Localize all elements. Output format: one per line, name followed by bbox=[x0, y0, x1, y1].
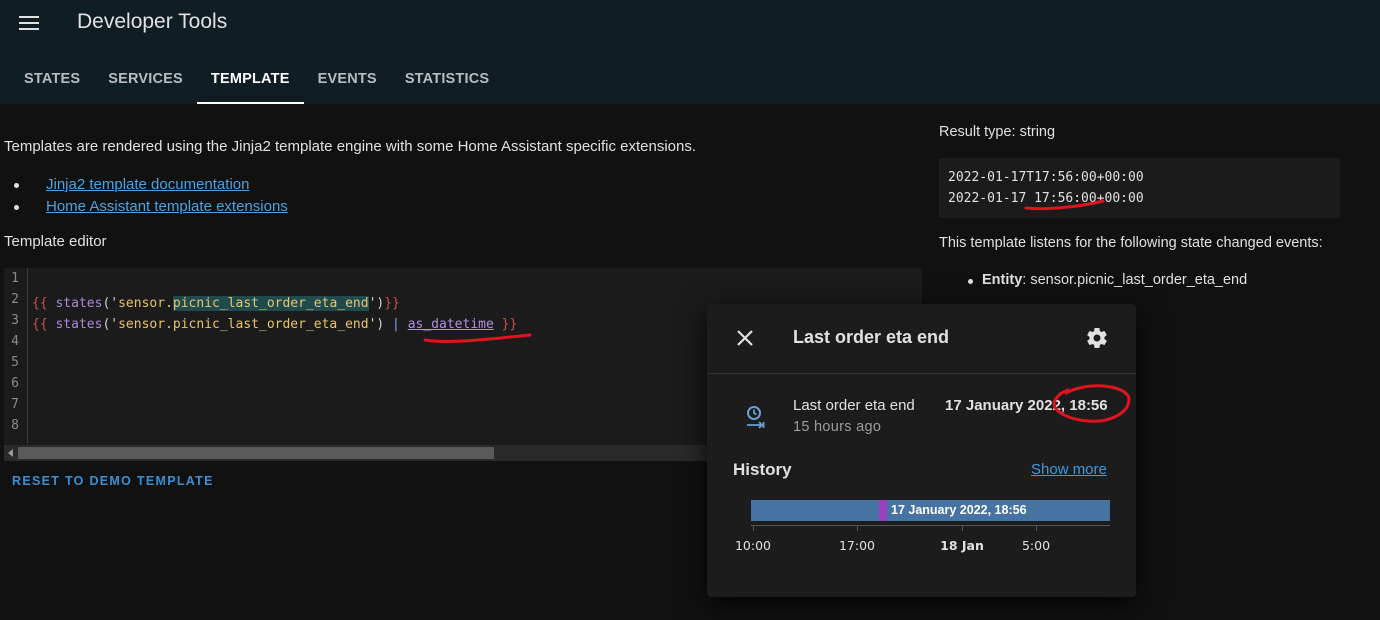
result-line: 2022-01-17T17:56:00+00:00 bbox=[948, 170, 1144, 185]
entity-separator: : bbox=[1022, 272, 1027, 288]
entity-name: Last order eta end bbox=[793, 397, 915, 414]
code-token: ') bbox=[368, 296, 385, 311]
tab-statistics[interactable]: STATISTICS bbox=[391, 56, 503, 104]
timeline-tick-label: 5:00 bbox=[1021, 538, 1051, 553]
tab-events[interactable]: EVENTS bbox=[304, 56, 391, 104]
result-line: 2022-01-17 17:56:00+00:00 bbox=[948, 191, 1144, 206]
listened-entity-item: Entity: sensor.picnic_last_order_eta_end bbox=[967, 272, 1248, 288]
jinja2-docs-link[interactable]: Jinja2 template documentation bbox=[46, 176, 249, 193]
gear-icon[interactable] bbox=[1085, 326, 1109, 350]
timeline-tick bbox=[753, 526, 754, 531]
page-title: Developer Tools bbox=[77, 10, 228, 33]
code-area[interactable]: {{ states('sensor.picnic_last_order_eta_… bbox=[32, 272, 517, 335]
entity-label: Entity bbox=[982, 272, 1023, 288]
docs-links-list: Jinja2 template documentation Home Assis… bbox=[14, 174, 288, 218]
line-number: 5 bbox=[11, 355, 19, 370]
listens-text: This template listens for the following … bbox=[939, 235, 1323, 251]
tab-states[interactable]: STATES bbox=[10, 56, 94, 104]
code-token: | bbox=[392, 317, 400, 332]
history-heading: History bbox=[733, 460, 792, 479]
reset-to-demo-template-button[interactable]: RESET TO DEMO TEMPLATE bbox=[12, 474, 214, 488]
result-type-label: Result type: string bbox=[939, 124, 1056, 140]
line-number: 1 bbox=[11, 271, 19, 286]
scroll-left-arrow-icon[interactable] bbox=[8, 449, 13, 457]
last-changed-text[interactable]: 15 hours ago bbox=[793, 419, 881, 435]
tab-services[interactable]: SERVICES bbox=[94, 56, 197, 104]
history-state-marker[interactable] bbox=[879, 500, 887, 521]
line-number: 3 bbox=[11, 313, 19, 328]
entity-state-value: 17 January 2022, 18:56 bbox=[945, 397, 1108, 414]
tab-bar: STATES SERVICES TEMPLATE EVENTS STATISTI… bbox=[10, 56, 503, 104]
list-item: Home Assistant template extensions bbox=[14, 196, 288, 218]
clock-arrow-icon bbox=[743, 403, 767, 431]
timeline-tick-label: 18 Jan bbox=[940, 538, 984, 553]
line-number: 2 bbox=[11, 292, 19, 307]
code-token: }} bbox=[501, 317, 518, 332]
app-header: Developer Tools STATES SERVICES TEMPLATE… bbox=[0, 0, 1380, 104]
code-token: sensor.picnic_last_order_eta_end bbox=[118, 317, 369, 332]
line-number: 8 bbox=[11, 418, 19, 433]
code-token: ') bbox=[368, 317, 385, 332]
timeline-tick-label: 10:00 bbox=[734, 538, 772, 553]
code-token: (' bbox=[102, 296, 119, 311]
timeline-tick bbox=[857, 526, 858, 531]
code-line-2: {{ states('sensor.picnic_last_order_eta_… bbox=[32, 293, 517, 314]
ha-template-extensions-link[interactable]: Home Assistant template extensions bbox=[46, 198, 288, 215]
timeline-tick-label: 17:00 bbox=[838, 538, 876, 553]
code-token: {{ bbox=[32, 317, 48, 332]
code-token: sensor. bbox=[118, 296, 173, 311]
scrollbar-thumb[interactable] bbox=[18, 447, 494, 459]
tab-template[interactable]: TEMPLATE bbox=[196, 56, 304, 104]
line-number: 4 bbox=[11, 334, 19, 349]
intro-text: Templates are rendered using the Jinja2 … bbox=[4, 138, 697, 155]
line-number: 6 bbox=[11, 376, 19, 391]
hamburger-menu-icon[interactable] bbox=[17, 13, 41, 33]
code-token: picnic_last_order_eta_end bbox=[172, 296, 369, 311]
timeline-axis bbox=[751, 525, 1110, 526]
timeline-tick bbox=[962, 526, 963, 531]
list-item: Jinja2 template documentation bbox=[14, 174, 288, 196]
code-token: {{ bbox=[32, 296, 48, 311]
code-token: as_datetime bbox=[407, 317, 494, 332]
dialog-divider bbox=[707, 373, 1136, 374]
code-token: states bbox=[55, 296, 103, 311]
entity-more-info-dialog: Last order eta end Last order eta end 15… bbox=[707, 304, 1136, 597]
code-token: states bbox=[55, 317, 103, 332]
result-output: 2022-01-17T17:56:00+00:00 2022-01-17 17:… bbox=[939, 158, 1340, 218]
timeline-tick bbox=[1036, 526, 1037, 531]
code-token: }} bbox=[384, 296, 400, 311]
template-editor-label: Template editor bbox=[4, 233, 107, 250]
entity-id: sensor.picnic_last_order_eta_end bbox=[1030, 272, 1248, 288]
history-timeline-bar[interactable]: 17 January 2022, 18:56 bbox=[751, 500, 1110, 521]
show-more-link[interactable]: Show more bbox=[1031, 461, 1107, 478]
line-number: 7 bbox=[11, 397, 19, 412]
code-line-3: {{ states('sensor.picnic_last_order_eta_… bbox=[32, 314, 517, 335]
code-token: (' bbox=[102, 317, 119, 332]
timeline-state-label: 17 January 2022, 18:56 bbox=[891, 503, 1027, 517]
line-number-gutter: 1 2 3 4 5 6 7 8 bbox=[4, 268, 28, 444]
close-icon[interactable] bbox=[734, 327, 756, 349]
dialog-title: Last order eta end bbox=[793, 327, 950, 347]
